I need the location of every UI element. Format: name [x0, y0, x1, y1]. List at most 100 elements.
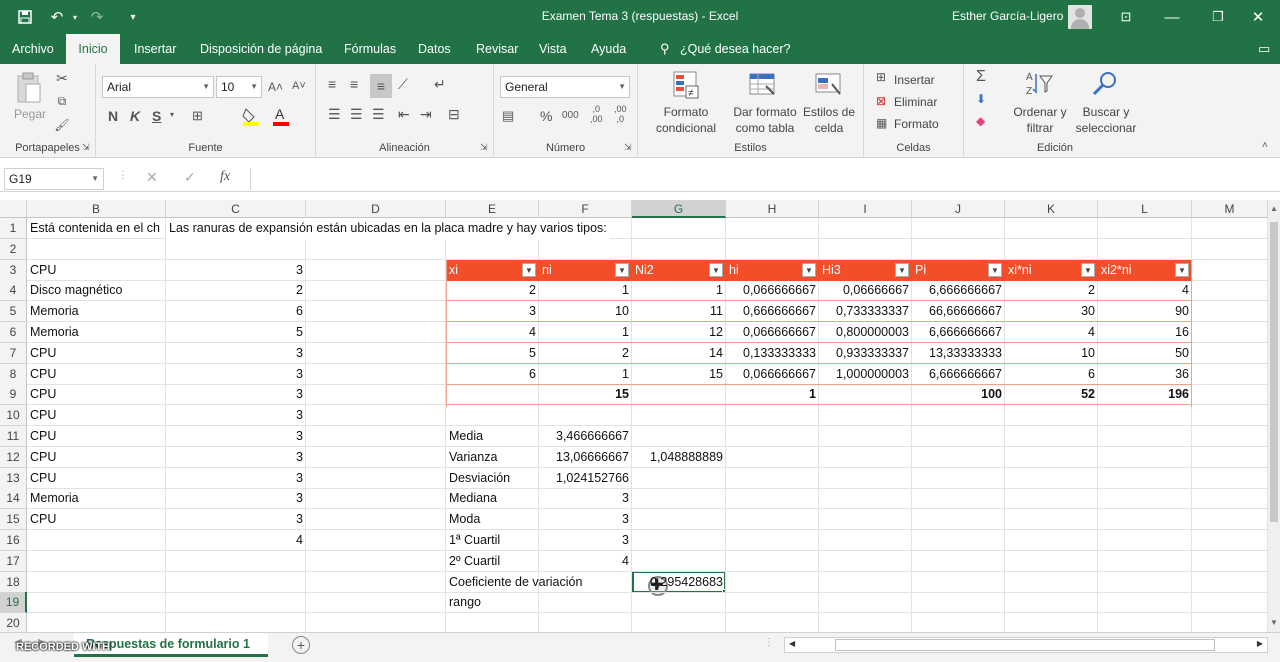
- clear-icon[interactable]: ◆: [976, 114, 985, 128]
- format-cells-icon[interactable]: ▦: [876, 116, 887, 130]
- cell-b9[interactable]: CPU: [27, 384, 166, 405]
- cell-f12[interactable]: 13,06666667: [539, 447, 632, 468]
- cell-j7[interactable]: 13,33333333: [912, 343, 1005, 364]
- row-header-10[interactable]: 10: [0, 405, 27, 427]
- column-header-g[interactable]: G: [632, 200, 726, 218]
- cell-g15[interactable]: [632, 509, 726, 530]
- cell-g8[interactable]: 15: [632, 364, 726, 385]
- avatar[interactable]: [1068, 5, 1092, 29]
- cell-f11[interactable]: 3,466666667: [539, 426, 632, 447]
- percent-button[interactable]: %: [540, 108, 552, 124]
- cell-l7[interactable]: 50: [1098, 343, 1192, 364]
- cell-l8[interactable]: 36: [1098, 364, 1192, 385]
- cell-e14[interactable]: Mediana: [446, 488, 500, 509]
- cell-f9[interactable]: 15: [539, 384, 632, 405]
- filter-dropdown-icon[interactable]: ▼: [709, 262, 723, 277]
- cell-f16[interactable]: 3: [539, 530, 632, 551]
- increase-font-icon[interactable]: A˄: [268, 80, 283, 94]
- cell-b11[interactable]: CPU: [27, 426, 166, 447]
- insert-function-button[interactable]: fx: [220, 169, 230, 185]
- cell-b10[interactable]: CPU: [27, 405, 166, 426]
- orientation-icon[interactable]: ⟋: [398, 76, 408, 93]
- underline-dropdown-icon[interactable]: ▾: [170, 110, 174, 119]
- increase-indent-icon[interactable]: ⇥: [420, 106, 432, 123]
- column-header-j[interactable]: J: [912, 200, 1005, 218]
- cell-f14[interactable]: 3: [539, 488, 632, 509]
- user-name[interactable]: Esther García-Ligero: [952, 9, 1063, 23]
- column-header-d[interactable]: D: [306, 200, 446, 218]
- add-sheet-icon[interactable]: +: [292, 636, 310, 654]
- format-as-table-button[interactable]: Dar formato como tabla: [726, 104, 804, 136]
- minimize-icon[interactable]: —: [1160, 6, 1184, 28]
- find-select-button[interactable]: Buscar y seleccionar: [1068, 104, 1144, 136]
- cell-c6[interactable]: 5: [166, 322, 306, 343]
- cell-g4[interactable]: 1: [632, 280, 726, 301]
- row-header-7[interactable]: 7: [0, 342, 27, 364]
- currency-icon[interactable]: ▤: [502, 108, 514, 124]
- cell-h6[interactable]: 0,066666667: [726, 322, 819, 343]
- filter-dropdown-icon[interactable]: ▼: [1175, 262, 1189, 277]
- cell-c15[interactable]: 3: [166, 509, 306, 530]
- cell-i7[interactable]: 0,933333337: [819, 343, 912, 364]
- cell-b13[interactable]: CPU: [27, 468, 166, 489]
- cell-l9[interactable]: 196: [1098, 384, 1192, 405]
- bold-button[interactable]: N: [108, 108, 118, 124]
- cell-c1[interactable]: Las ranuras de expansión están ubicadas …: [166, 218, 610, 239]
- cut-icon[interactable]: ✂: [54, 70, 70, 87]
- font-size-select[interactable]: 10 ▼: [216, 76, 262, 98]
- cell-g5[interactable]: 11: [632, 301, 726, 322]
- cell-c13[interactable]: 3: [166, 468, 306, 489]
- align-bottom-icon[interactable]: ≡: [370, 74, 392, 98]
- cell-i8[interactable]: 1,000000003: [819, 364, 912, 385]
- cell-j8[interactable]: 6,666666667: [912, 364, 1005, 385]
- table-header-j[interactable]: Pi ▼: [912, 259, 1005, 281]
- enter-icon[interactable]: ✓: [184, 169, 196, 186]
- tab-disposicion[interactable]: Disposición de página: [192, 34, 330, 64]
- cell-l6[interactable]: 16: [1098, 322, 1192, 343]
- tab-vista[interactable]: Vista: [531, 34, 575, 64]
- cell-f19[interactable]: [539, 592, 632, 613]
- cell-b14[interactable]: Memoria: [27, 488, 166, 509]
- cell-h7[interactable]: 0,133333333: [726, 343, 819, 364]
- cell-f18[interactable]: [539, 572, 632, 593]
- align-center-icon[interactable]: ☰: [350, 106, 363, 123]
- tab-ayuda[interactable]: Ayuda: [583, 34, 634, 64]
- decrease-indent-icon[interactable]: ⇤: [398, 106, 410, 123]
- table-header-i[interactable]: Hi3 ▼: [819, 259, 912, 281]
- cell-c8[interactable]: 3: [166, 364, 306, 385]
- cell-g19[interactable]: [632, 592, 726, 613]
- cell-f5[interactable]: 10: [539, 301, 632, 322]
- row-header-5[interactable]: 5: [0, 301, 27, 323]
- column-header-l[interactable]: L: [1098, 200, 1192, 218]
- row-header-14[interactable]: 14: [0, 488, 27, 510]
- collapse-ribbon-icon[interactable]: ˄: [1262, 140, 1268, 151]
- row-header-17[interactable]: 17: [0, 550, 27, 572]
- cell-g13[interactable]: [632, 468, 726, 489]
- cell-c11[interactable]: 3: [166, 426, 306, 447]
- cell-i6[interactable]: 0,800000003: [819, 322, 912, 343]
- spreadsheet-grid[interactable]: ✚ B C D E F G H I J K L M 1 2 3 4 5 6 7 8 9 10 11 12 13 14 15 16 17 1…: [0, 200, 1268, 632]
- cell-k6[interactable]: 4: [1005, 322, 1098, 343]
- row-header-12[interactable]: 12: [0, 446, 27, 468]
- cell-e12[interactable]: Varianza: [446, 447, 500, 468]
- cell-e8[interactable]: 6: [446, 364, 539, 385]
- cell-e11[interactable]: Media: [446, 426, 486, 447]
- cell-e17[interactable]: 2º Cuartil: [446, 551, 503, 572]
- row-header-9[interactable]: 9: [0, 384, 27, 406]
- cell-j5[interactable]: 66,66666667: [912, 301, 1005, 322]
- row-header-16[interactable]: 16: [0, 530, 27, 551]
- table-header-e[interactable]: xi ▼: [446, 259, 539, 281]
- cell-e4[interactable]: 2: [446, 280, 539, 301]
- cell-c12[interactable]: 3: [166, 447, 306, 468]
- cell-h9[interactable]: 1: [726, 384, 819, 405]
- cell-c3[interactable]: 3: [166, 260, 306, 281]
- cell-g16[interactable]: [632, 530, 726, 551]
- row-header-6[interactable]: 6: [0, 322, 27, 343]
- table-header-g[interactable]: Ni2 ▼: [632, 259, 726, 281]
- increase-decimal-button[interactable]: ,0 ,00: [590, 104, 603, 124]
- cell-g14[interactable]: [632, 488, 726, 509]
- vertical-scrollbar[interactable]: ▲ ▼: [1268, 200, 1280, 632]
- tab-datos[interactable]: Datos: [410, 34, 459, 64]
- column-header-m[interactable]: M: [1192, 200, 1268, 218]
- sort-filter-button[interactable]: Ordenar y filtrar: [1008, 104, 1072, 136]
